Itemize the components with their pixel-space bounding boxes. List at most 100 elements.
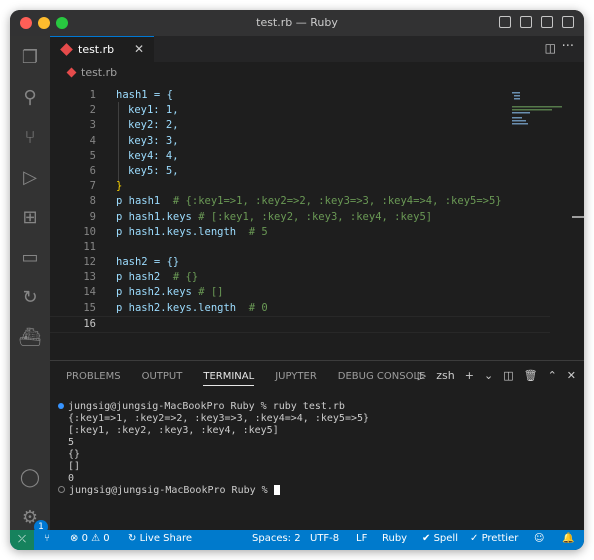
customize-layout-icon[interactable] [562, 16, 574, 28]
code-text: key4: 4, [128, 149, 179, 162]
code-editor[interactable]: 1 hash1 = { 2 key1: 1, 3 key2: 2, 4 key3: 3,… [50, 88, 550, 333]
terminal-line: 0 [58, 473, 369, 485]
panel-controls: ▷ zsh + ⌄ ◫ 🗑 ⌃ ✕ [418, 369, 576, 382]
spell-label: Spell [433, 533, 458, 544]
terminal-dropdown-icon[interactable]: ⌄ [484, 369, 493, 382]
encoding-status[interactable]: UTF-8 [310, 533, 339, 544]
toggle-secondary-sidebar-icon[interactable] [541, 16, 553, 28]
code-line: 1 hash1 = { [50, 88, 550, 103]
terminal-shell-label[interactable]: zsh [436, 369, 454, 382]
editor-area: test.rb ✕ ◫ ··· test.rb 1 hash1 = { 2 key1… [50, 36, 584, 360]
line-number: 16 [83, 317, 96, 330]
current-line: 16 [50, 315, 550, 333]
terminal-line: [:key1, :key2, :key3, :key4, :key5] [58, 425, 369, 437]
terminal-text: {} [68, 449, 81, 460]
code-line: 7} [50, 179, 550, 194]
line-number: 6 [89, 164, 96, 177]
window-title: test.rb — Ruby [256, 16, 338, 29]
notifications-bell-icon[interactable]: 🔔 [562, 533, 574, 544]
code-line: 3 key2: 2, [50, 118, 550, 133]
line-number: 4 [89, 134, 96, 147]
terminal-cursor [273, 485, 280, 495]
remote-explorer-icon[interactable]: ▭ [18, 246, 42, 270]
language-status[interactable]: Ruby [382, 533, 407, 544]
spell-status[interactable]: ✔ Spell [422, 533, 458, 544]
terminal-shell-icon: ▷ [417, 369, 427, 382]
terminal-line: 5 [58, 437, 369, 449]
line-number: 14 [83, 286, 96, 299]
source-control-icon[interactable]: ⑂ [18, 126, 42, 150]
kill-terminal-icon[interactable]: 🗑 [524, 369, 538, 382]
explorer-icon[interactable]: ❐ [18, 46, 42, 70]
scrollbar-indicator[interactable] [572, 216, 584, 218]
line-number: 5 [89, 149, 96, 162]
account-icon[interactable]: ◯ [18, 466, 42, 490]
docker-icon[interactable]: ⛴ [18, 326, 42, 350]
line-number: 15 [83, 301, 96, 314]
indentation-status[interactable]: Spaces: 2 [252, 533, 301, 544]
command-success-dot[interactable] [58, 403, 64, 409]
split-terminal-icon[interactable]: ◫ [503, 369, 513, 382]
code-line: 8 p hash1 # {:key1=>1, :key2=>2, :key3=>3… [50, 194, 550, 209]
eol-status[interactable]: LF [356, 533, 367, 544]
prettier-status[interactable]: ✓ Prettier [470, 533, 518, 544]
code-text: p hash2 [116, 271, 173, 284]
live-share-icon[interactable]: ↻ [18, 286, 42, 310]
new-terminal-icon[interactable]: + [465, 369, 474, 382]
search-icon[interactable]: ⚲ [18, 86, 42, 110]
toggle-sidebar-icon[interactable] [499, 16, 511, 28]
terminal-output[interactable]: jungsig@jungsig-MacBookPro Ruby % ruby t… [58, 401, 369, 497]
terminal-text: 0 [68, 473, 75, 484]
run-debug-icon[interactable]: ▷ [18, 166, 42, 190]
breadcrumb[interactable]: test.rb [66, 66, 118, 79]
close-panel-icon[interactable]: ✕ [567, 369, 576, 382]
code-comment: # {} [172, 271, 199, 284]
tab-problems[interactable]: PROBLEMS [66, 371, 121, 386]
terminal-line: [] [58, 461, 369, 473]
code-comment: # [] [198, 286, 224, 299]
code-comment: # {:key1=>1, :key2=>2, :key3=>3, :key4=>… [172, 195, 502, 208]
problems-status[interactable]: ⊗ 0 ⚠ 0 [70, 533, 110, 544]
tab-jupyter[interactable]: JUPYTER [275, 371, 317, 386]
toggle-panel-icon[interactable] [520, 16, 532, 28]
error-count: 0 [81, 533, 88, 544]
code-line: 13 p hash2 # {} [50, 270, 550, 285]
live-share-status[interactable]: ↻ Live Share [128, 533, 192, 544]
line-number: 13 [83, 271, 96, 284]
panel-tabs: PROBLEMS OUTPUT TERMINAL JUPYTER DEBUG C… [66, 371, 425, 386]
close-tab-icon[interactable]: ✕ [134, 42, 144, 56]
maximize-panel-icon[interactable]: ⌃ [548, 369, 557, 382]
tab-test-rb[interactable]: test.rb ✕ [50, 36, 154, 62]
code-line: 4 key3: 3, [50, 134, 550, 149]
warning-count: 0 [103, 533, 110, 544]
code-text: key5: 5, [128, 164, 179, 177]
split-editor-icon[interactable]: ◫ [545, 41, 556, 55]
tab-output[interactable]: OUTPUT [142, 371, 183, 386]
minimap[interactable] [512, 92, 572, 132]
code-line: 5 key4: 4, [50, 149, 550, 164]
code-text: } [116, 180, 123, 193]
code-text: p hash2.keys [116, 286, 199, 299]
terminal-text: [] [68, 461, 81, 472]
tab-debug-console[interactable]: DEBUG CONSOLE [338, 371, 426, 386]
layout-controls [499, 16, 574, 28]
breadcrumb-file: test.rb [81, 66, 118, 79]
terminal-text: [:key1, :key2, :key3, :key4, :key5] [68, 425, 279, 436]
code-line: 15 p hash2.keys.length # 0 [50, 301, 550, 316]
line-number: 9 [89, 210, 96, 223]
line-number: 12 [83, 256, 96, 269]
feedback-icon[interactable]: ☺ [534, 533, 544, 544]
prompt-dot [58, 486, 65, 493]
remote-indicator-icon[interactable]: ⤫ [10, 530, 34, 550]
terminal-prompt-line: jungsig@jungsig-MacBookPro Ruby % [58, 485, 369, 497]
more-actions-icon[interactable]: ··· [562, 39, 574, 54]
terminal-text: jungsig@jungsig-MacBookPro Ruby % [69, 485, 274, 496]
code-text: key1: 1, [128, 104, 179, 117]
tab-label: test.rb [78, 43, 115, 56]
status-bar: ⤫ ⑂ ⊗ 0 ⚠ 0 ↻ Live Share Spaces: 2 UTF-8… [10, 530, 584, 550]
terminal-line: {} [58, 449, 369, 461]
tab-terminal[interactable]: TERMINAL [203, 371, 255, 386]
extensions-icon[interactable]: ⊞ [18, 206, 42, 230]
git-branch-icon[interactable]: ⑂ [44, 533, 50, 544]
bottom-panel: PROBLEMS OUTPUT TERMINAL JUPYTER DEBUG C… [50, 360, 584, 531]
